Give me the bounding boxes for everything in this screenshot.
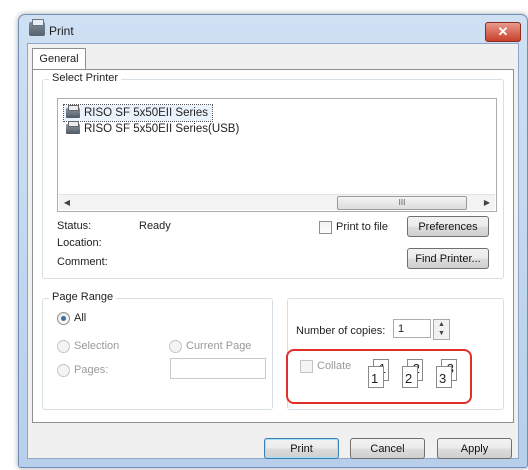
number-of-copies-label: Number of copies:: [296, 325, 386, 337]
select-printer-group: Select Printer RISO SF 5x50EII Series RI…: [42, 72, 504, 279]
page-range-legend: Page Range: [49, 291, 117, 303]
location-label: Location:: [57, 237, 102, 249]
select-printer-legend: Select Printer: [49, 72, 122, 84]
selection-label: Selection: [74, 340, 120, 352]
chevron-up-icon[interactable]: ▲: [434, 320, 449, 329]
horizontal-scrollbar[interactable]: ◀ III ▶: [59, 194, 495, 210]
close-button[interactable]: ✕: [485, 22, 521, 42]
current-page-radio[interactable]: [169, 340, 182, 353]
scroll-right-icon[interactable]: ▶: [479, 195, 495, 210]
pages-label: Pages:: [74, 364, 109, 376]
printer-icon: [66, 105, 80, 118]
printer-list[interactable]: RISO SF 5x50EII Series RISO SF 5x50EII S…: [57, 98, 497, 212]
printer-icon: [66, 121, 80, 134]
pages-input[interactable]: [170, 358, 266, 379]
copies-input[interactable]: 1: [393, 319, 431, 338]
find-printer-button[interactable]: Find Printer...: [407, 248, 489, 269]
copies-spinner[interactable]: ▲ ▼: [433, 319, 450, 340]
status-label: Status:: [57, 220, 92, 232]
scroll-thumb[interactable]: III: [337, 196, 467, 210]
printer-item[interactable]: RISO SF 5x50EII Series(USB): [64, 121, 243, 137]
comment-label: Comment:: [57, 256, 108, 268]
printer-item[interactable]: RISO SF 5x50EII Series: [63, 104, 213, 122]
all-radio[interactable]: [57, 312, 70, 325]
pages-radio[interactable]: [57, 364, 70, 377]
printer-item-label: RISO SF 5x50EII Series: [84, 107, 208, 119]
cancel-button[interactable]: Cancel: [350, 438, 425, 459]
tab-general[interactable]: General: [32, 48, 86, 70]
window-title: Print: [49, 24, 74, 38]
current-page-label: Current Page: [186, 340, 252, 352]
preferences-button[interactable]: Preferences: [407, 216, 489, 237]
dialog-client-area: General Select Printer RISO SF 5x50EII S…: [27, 43, 519, 459]
scroll-left-icon[interactable]: ◀: [59, 195, 75, 210]
collate-highlight-annotation: [286, 349, 472, 404]
print-to-file-label: Print to file: [336, 221, 388, 233]
print-to-file-checkbox[interactable]: [319, 221, 332, 234]
printer-icon: [29, 19, 45, 36]
print-dialog: Print ✕ General Select Printer RISO SF 5…: [18, 14, 528, 468]
copies-group: Number of copies: 1 ▲ ▼ Collate 1 1 2 2: [286, 298, 504, 410]
chevron-down-icon[interactable]: ▼: [434, 329, 449, 338]
page-range-group: Page Range All Selection Current Page Pa…: [42, 291, 273, 410]
all-label: All: [74, 312, 87, 324]
selection-radio[interactable]: [57, 340, 70, 353]
general-tab-panel: Select Printer RISO SF 5x50EII Series RI…: [32, 69, 514, 423]
printer-item-label: RISO SF 5x50EII Series(USB): [84, 123, 240, 135]
print-button[interactable]: Print: [264, 438, 339, 459]
status-value: Ready: [139, 220, 171, 232]
apply-button[interactable]: Apply: [437, 438, 512, 459]
